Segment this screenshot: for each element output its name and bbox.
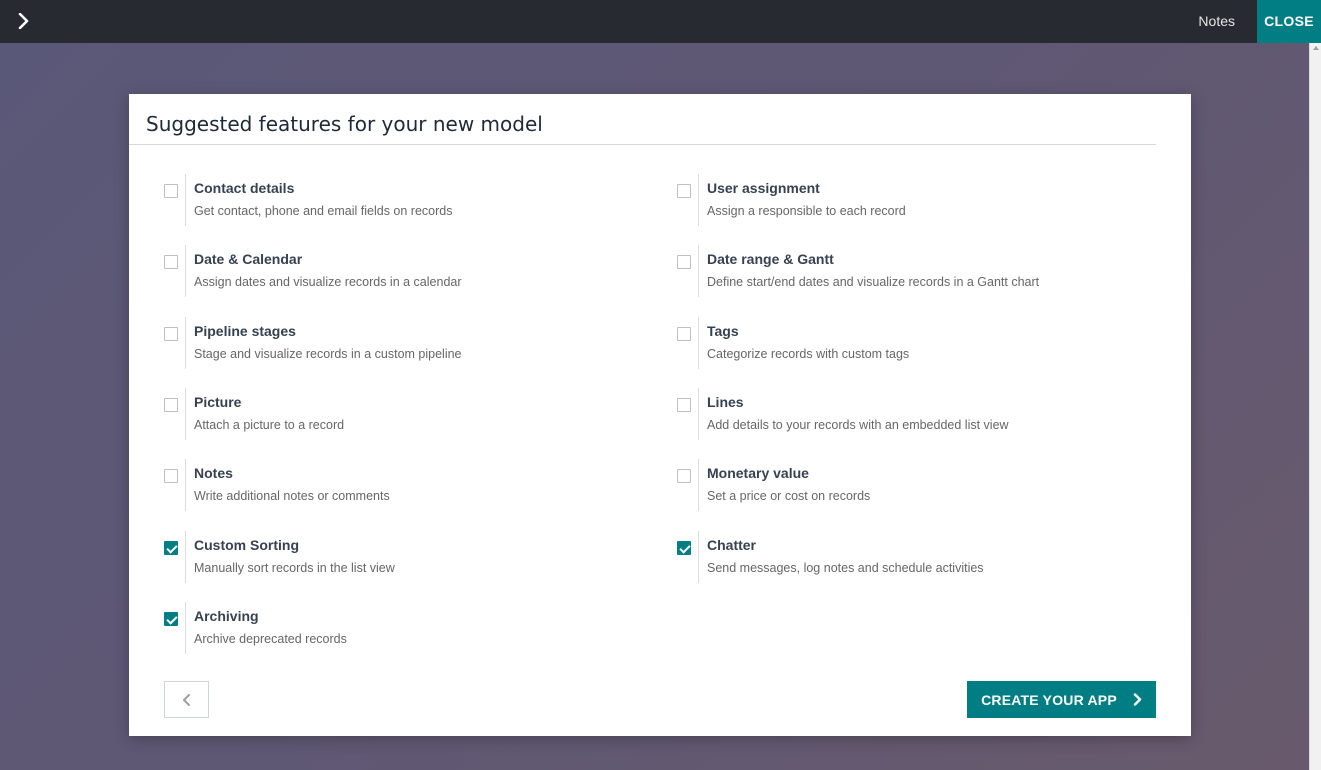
- feature-checkbox[interactable]: [164, 469, 178, 483]
- feature-option[interactable]: Chatter Send messages, log notes and sche…: [677, 531, 1157, 583]
- feature-name: Picture: [194, 394, 242, 410]
- feature-name: User assignment: [707, 180, 820, 196]
- feature-checkbox[interactable]: [677, 327, 691, 341]
- suggested-features-dialog: Suggested features for your new model Co…: [129, 94, 1191, 736]
- feature-option[interactable]: Custom Sorting Manually sort records in t…: [164, 531, 644, 583]
- feature-divider: [185, 388, 186, 440]
- notes-link[interactable]: Notes: [1198, 0, 1235, 43]
- feature-checkbox[interactable]: [677, 469, 691, 483]
- feature-description: Attach a picture to a record: [194, 418, 345, 432]
- feature-divider: [185, 317, 186, 369]
- back-button[interactable]: [164, 681, 209, 718]
- feature-option[interactable]: Lines Add details to your records with an…: [677, 388, 1157, 440]
- feature-option[interactable]: Archiving Archive deprecated records: [164, 602, 644, 654]
- feature-name: Date range & Gantt: [707, 251, 834, 267]
- feature-description: Categorize records with custom tags: [707, 347, 910, 361]
- feature-divider: [185, 459, 186, 511]
- feature-description: Stage and visualize records in a custom …: [194, 347, 462, 361]
- feature-name: Notes: [194, 465, 233, 481]
- feature-option[interactable]: Picture Attach a picture to a record: [164, 388, 644, 440]
- create-button-label: CREATE YOUR APP: [981, 691, 1117, 708]
- feature-name: Pipeline stages: [194, 323, 296, 339]
- feature-checkbox[interactable]: [677, 541, 691, 555]
- feature-name: Date & Calendar: [194, 251, 303, 267]
- feature-checkbox[interactable]: [164, 541, 178, 555]
- feature-checkbox[interactable]: [677, 255, 691, 269]
- feature-description: Assign a responsible to each record: [707, 204, 906, 218]
- feature-divider: [185, 531, 186, 583]
- feature-checkbox[interactable]: [164, 255, 178, 269]
- top-bar: Notes CLOSE: [0, 0, 1321, 43]
- chevron-right-icon: [1133, 693, 1142, 706]
- feature-description: Set a price or cost on records: [707, 489, 871, 503]
- feature-checkbox[interactable]: [164, 184, 178, 198]
- feature-divider: [698, 317, 699, 369]
- feature-divider: [698, 459, 699, 511]
- feature-divider: [185, 602, 186, 654]
- feature-checkbox[interactable]: [164, 327, 178, 341]
- feature-divider: [698, 245, 699, 297]
- feature-description: Manually sort records in the list view: [194, 561, 395, 575]
- feature-option[interactable]: Contact details Get contact, phone and em…: [164, 174, 644, 226]
- feature-name: Custom Sorting: [194, 537, 299, 553]
- feature-divider: [698, 388, 699, 440]
- feature-name: Tags: [707, 323, 739, 339]
- feature-checkbox[interactable]: [164, 612, 178, 626]
- feature-option[interactable]: Monetary value Set a price or cost on rec…: [677, 459, 1157, 511]
- feature-description: Define start/end dates and visualize rec…: [707, 275, 1040, 289]
- feature-checkbox[interactable]: [677, 398, 691, 412]
- feature-name: Archiving: [194, 608, 259, 624]
- scroll-up-arrow-icon[interactable]: [1313, 46, 1319, 50]
- feature-divider: [698, 531, 699, 583]
- chevron-left-icon: [183, 693, 190, 706]
- feature-description: Assign dates and visualize records in a …: [194, 275, 462, 289]
- feature-checkbox[interactable]: [677, 184, 691, 198]
- feature-description: Write additional notes or comments: [194, 489, 390, 503]
- page-scrollbar[interactable]: [1309, 43, 1321, 770]
- feature-divider: [698, 174, 699, 226]
- feature-description: Archive deprecated records: [194, 632, 347, 646]
- feature-option[interactable]: User assignment Assign a responsible to e…: [677, 174, 1157, 226]
- feature-description: Add details to your records with an embe…: [707, 418, 1009, 432]
- feature-option[interactable]: Date & Calendar Assign dates and visualiz…: [164, 245, 644, 297]
- feature-description: Get contact, phone and email fields on r…: [194, 204, 453, 218]
- feature-name: Chatter: [707, 537, 757, 553]
- feature-checkbox[interactable]: [164, 398, 178, 412]
- feature-name: Lines: [707, 394, 744, 410]
- dialog-title: Suggested features for your new model: [146, 112, 543, 136]
- feature-name: Monetary value: [707, 465, 809, 481]
- feature-option[interactable]: Tags Categorize records with custom tags: [677, 317, 1157, 369]
- feature-divider: [185, 174, 186, 226]
- feature-option[interactable]: Date range & Gantt Define start/end dates…: [677, 245, 1157, 297]
- title-divider: [129, 144, 1156, 145]
- feature-name: Contact details: [194, 180, 295, 196]
- feature-option[interactable]: Pipeline stages Stage and visualize recor…: [164, 317, 644, 369]
- feature-description: Send messages, log notes and schedule ac…: [707, 561, 984, 575]
- create-your-app-button[interactable]: CREATE YOUR APP: [967, 681, 1156, 718]
- feature-option[interactable]: Notes Write additional notes or comments: [164, 459, 644, 511]
- expand-chevron-icon[interactable]: [14, 10, 34, 32]
- feature-divider: [185, 245, 186, 297]
- close-button[interactable]: CLOSE: [1257, 0, 1321, 43]
